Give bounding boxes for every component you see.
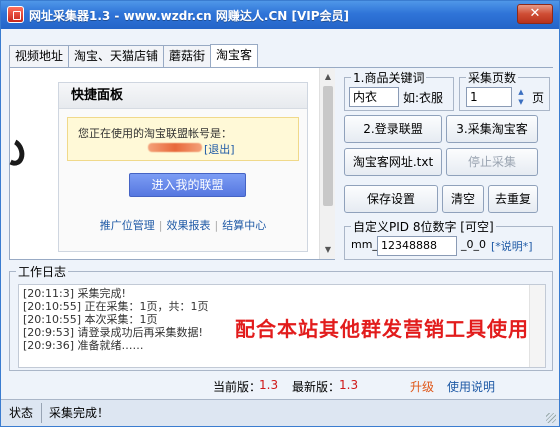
keyword-group: 1.商品关键词 内衣 如:衣服 [344, 69, 454, 111]
account-notice-text: 您正在使用的淘宝联盟帐号是： [78, 127, 232, 140]
pages-unit: 页 [532, 91, 545, 105]
work-log-area[interactable]: [20:11:3] 采集完成! [20:10:55] 正在采集：1页，共：1页 … [18, 284, 546, 368]
work-log-label: 工作日志 [16, 263, 69, 280]
upgrade-link[interactable]: 升级 [410, 378, 434, 395]
pid-group: 自定义PID 8位数字 [可空] mm_ 12348888 _0_0 [*说明*… [344, 218, 553, 260]
app-window: 网址采集器1.3 - www.wzdr.cn 网赚达人.CN [VIP会员] ✕… [0, 0, 560, 427]
logout-link[interactable]: [退出] [204, 141, 235, 157]
quick-panel: 快捷面板 您正在使用的淘宝联盟帐号是： [退出] 进入我的联盟 推广位管理 | 效果… [58, 82, 308, 252]
status-divider [41, 403, 42, 423]
status-bar: 状态 采集完成！ [1, 399, 559, 426]
latest-version-label: 最新版： [292, 380, 341, 394]
account-notice: 您正在使用的淘宝联盟帐号是： [退出] [67, 117, 299, 161]
login-union-button[interactable]: 2.登录联盟 [344, 115, 442, 143]
app-icon [7, 6, 24, 23]
save-settings-button[interactable]: 保存设置 [344, 185, 438, 213]
current-version-label: 当前版： [213, 380, 262, 394]
partial-logo-graphic [0, 135, 29, 169]
collect-taobaoke-button[interactable]: 3.采集淘宝客 [446, 115, 538, 143]
stepper-down-icon[interactable]: ▼ [514, 97, 528, 107]
log-scrollbar[interactable] [529, 285, 545, 367]
help-link[interactable]: 使用说明 [447, 378, 495, 395]
link-performance-report[interactable]: 效果报表 [167, 219, 211, 232]
scroll-thumb[interactable] [323, 86, 333, 206]
scroll-up-arrow-icon[interactable]: ▲ [322, 70, 334, 84]
pages-input[interactable]: 1 [466, 87, 512, 107]
log-line: [20:10:55] 本次采集：1页 [23, 313, 158, 326]
work-log-group: 工作日志 [20:11:3] 采集完成! [20:10:55] 正在采集：1页，… [9, 263, 553, 371]
status-label: 状态 [9, 406, 34, 420]
link-settlement-center[interactable]: 结算中心 [222, 219, 266, 232]
clear-button[interactable]: 清空 [442, 185, 484, 213]
enter-my-union-button[interactable]: 进入我的联盟 [129, 173, 246, 197]
pages-group-label: 采集页数 [466, 69, 519, 86]
quick-panel-title: 快捷面板 [59, 83, 307, 109]
pid-group-label: 自定义PID 8位数字 [可空] [351, 218, 496, 235]
pid-prefix: mm_ [351, 238, 378, 251]
status-text: 采集完成！ [49, 406, 110, 420]
stop-collect-button[interactable]: 停止采集 [446, 148, 538, 176]
pages-stepper[interactable]: ▲ ▼ [514, 87, 528, 107]
redacted-account-name [148, 143, 202, 152]
tab-mogujie[interactable]: 蘑菇街 [163, 45, 212, 67]
embedded-browser[interactable]: 快捷面板 您正在使用的淘宝联盟帐号是： [退出] 进入我的联盟 推广位管理 | 效果… [0, 68, 335, 260]
tab-video-url[interactable]: 视频地址 [9, 45, 70, 67]
dedupe-button[interactable]: 去重复 [488, 185, 538, 213]
pid-suffix: _0_0 [461, 238, 486, 251]
latest-version-value: 1.3 [339, 378, 359, 392]
stepper-up-icon[interactable]: ▲ [514, 87, 528, 97]
scroll-down-arrow-icon[interactable]: ▼ [322, 243, 334, 257]
keyword-group-label: 1.商品关键词 [351, 69, 427, 86]
pages-group: 采集页数 1 ▲ ▼ 页 [459, 69, 550, 111]
tab-taobaoke[interactable]: 淘宝客 [210, 44, 259, 68]
resize-grip-icon[interactable] [546, 413, 556, 423]
log-line: [20:9:53] 请登录成功后再采集数据! [23, 326, 203, 339]
pid-input[interactable]: 12348888 [377, 236, 457, 256]
keyword-example: 如:衣服 [403, 91, 444, 105]
title-bar[interactable]: 网址采集器1.3 - www.wzdr.cn 网赚达人.CN [VIP会员] ✕ [1, 1, 559, 29]
quick-links: 推广位管理 | 效果报表 | 结算中心 [59, 217, 307, 233]
link-promotion-slots[interactable]: 推广位管理 [100, 219, 155, 232]
browser-scrollbar[interactable]: ▲ ▼ [319, 68, 335, 259]
log-line: [20:9:36] 准备就绪…… [23, 339, 144, 352]
link-separator: | [214, 219, 219, 232]
log-line: [20:10:55] 正在采集：1页，共：1页 [23, 300, 209, 313]
taobaoke-url-file-button[interactable]: 淘宝客网址.txt [344, 148, 442, 176]
log-line: [20:11:3] 采集完成! [23, 287, 126, 300]
window-title: 网址采集器1.3 - www.wzdr.cn 网赚达人.CN [VIP会员] [29, 9, 350, 23]
current-version-value: 1.3 [259, 378, 279, 392]
promo-banner-text: 配合本站其他群发营销工具使用 [235, 317, 529, 341]
close-button[interactable]: ✕ [517, 4, 553, 24]
link-separator: | [158, 219, 163, 232]
pid-help-link[interactable]: [*说明*] [491, 238, 533, 254]
tab-taobao-tmall-shops[interactable]: 淘宝、天猫店铺 [68, 45, 165, 67]
keyword-input[interactable]: 内衣 [349, 87, 399, 107]
tab-strip: 视频地址 淘宝、天猫店铺 蘑菇街 淘宝客 [9, 43, 259, 68]
